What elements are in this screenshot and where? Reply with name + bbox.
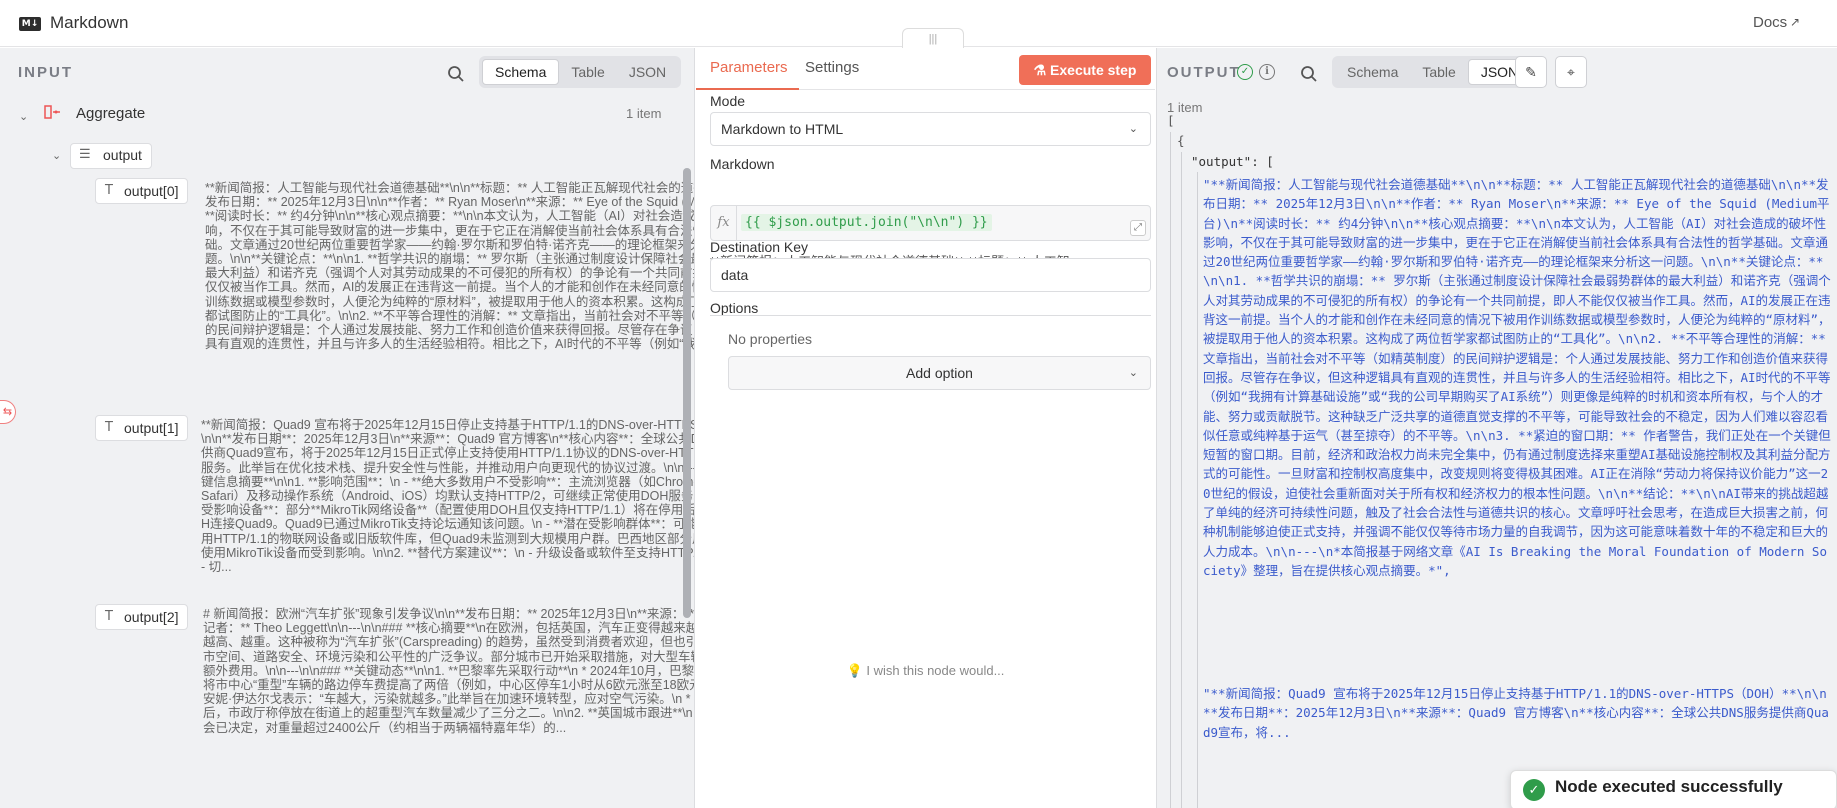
feedback-text: I wish this node would... bbox=[866, 663, 1005, 678]
chevron-down-icon[interactable]: ⌄ bbox=[19, 110, 28, 123]
info-icon[interactable]: i bbox=[1259, 64, 1275, 80]
success-check-icon: ✓ bbox=[1523, 779, 1545, 801]
parameters-panel: Parameters Settings ⚗ Execute step Mode … bbox=[696, 48, 1155, 808]
entry-label-text: output[1] bbox=[124, 420, 179, 436]
tab-settings[interactable]: Settings bbox=[805, 59, 859, 76]
external-link-icon[interactable]: ↗ bbox=[1790, 15, 1800, 29]
schema-field-output[interactable]: ☰ output bbox=[70, 143, 152, 169]
aggregate-node-icon bbox=[44, 105, 60, 119]
add-option-button[interactable]: Add option ⌄ bbox=[728, 356, 1151, 390]
options-divider bbox=[710, 315, 1151, 316]
schema-entry-value: # 新闻简报：欧洲“汽车扩张”现象引发争议\n\n**发布日期：** 2025年… bbox=[203, 607, 695, 735]
input-panel-label: INPUT bbox=[18, 64, 73, 81]
schema-entry-value: **新闻简报：Quad9 宣布将于2025年12月15日停止支持基于HTTP/1… bbox=[201, 418, 695, 575]
schema-entry-2: Toutput[2] # 新闻简报：欧洲“汽车扩张”现象引发争议\n\n**发布… bbox=[95, 604, 694, 804]
success-check-icon: ✓ bbox=[1237, 64, 1253, 80]
chevron-down-icon: ⌄ bbox=[1128, 367, 1138, 379]
json-indent-guide bbox=[1181, 152, 1182, 808]
json-string-value: "**新闻简报：Quad9 宣布将于2025年12月15日停止支持基于HTTP/… bbox=[1203, 686, 1829, 740]
input-view-json[interactable]: JSON bbox=[617, 59, 678, 85]
text-type-icon: T bbox=[105, 183, 113, 198]
schema-entry-label[interactable]: Toutput[2] bbox=[95, 604, 188, 630]
schema-entry-0: Toutput[0] **新闻简报：人工智能与现代社会道德基础**\n\n**标… bbox=[95, 178, 694, 418]
input-scrollbar[interactable] bbox=[683, 168, 691, 618]
text-type-icon: T bbox=[105, 420, 113, 435]
input-view-schema[interactable]: Schema bbox=[482, 59, 560, 85]
json-indent-guide bbox=[1170, 132, 1171, 808]
pin-icon[interactable]: ⌖ bbox=[1555, 56, 1587, 88]
input-node-name: Aggregate bbox=[76, 105, 146, 122]
docs-link[interactable]: Docs bbox=[1753, 14, 1787, 31]
aggregate-node-tab[interactable]: ⇆ bbox=[0, 400, 16, 424]
destination-key-label: Destination Key bbox=[710, 239, 809, 255]
destination-key-input[interactable]: data bbox=[710, 258, 1151, 292]
json-key-output: "output": [ bbox=[1191, 154, 1274, 169]
schema-field-label: output bbox=[103, 147, 142, 163]
output-view-schema[interactable]: Schema bbox=[1335, 59, 1410, 85]
feedback-link[interactable]: 💡 I wish this node would... bbox=[696, 663, 1155, 679]
node-title[interactable]: Markdown bbox=[50, 13, 128, 33]
list-icon: ☰ bbox=[79, 146, 91, 161]
param-tabs: Parameters Settings ⚗ Execute step bbox=[696, 48, 1155, 90]
options-label: Options bbox=[710, 300, 759, 316]
entry-label-text: output[2] bbox=[124, 609, 179, 625]
entry-label-text: output[0] bbox=[124, 183, 179, 199]
search-icon[interactable] bbox=[447, 65, 465, 83]
chevron-down-icon: ⌄ bbox=[1128, 123, 1138, 135]
execute-step-button[interactable]: ⚗ Execute step bbox=[1019, 55, 1151, 85]
output-panel: OUTPUT ✓ i Schema Table JSON ✎ ⌖ 1 item … bbox=[1156, 48, 1837, 808]
markdown-label: Markdown bbox=[710, 156, 775, 172]
add-option-label: Add option bbox=[906, 365, 973, 381]
output-view-toggle: Schema Table JSON bbox=[1332, 56, 1535, 88]
input-item-count: 1 item bbox=[626, 106, 662, 121]
lightbulb-icon: 💡 bbox=[846, 663, 867, 678]
output-panel-label: OUTPUT bbox=[1167, 64, 1241, 81]
success-toast: ✓ Node executed successfully bbox=[1510, 770, 1837, 808]
chevron-down-icon[interactable]: ⌄ bbox=[52, 149, 61, 162]
toast-message: Node executed successfully bbox=[1555, 777, 1783, 796]
json-indent-guide bbox=[1197, 172, 1198, 808]
json-open-bracket: [ bbox=[1167, 113, 1175, 128]
ndv-window: M↓ Markdown Docs ↗ ||| INPUT Schema Tabl… bbox=[0, 0, 1837, 808]
json-open-brace: { bbox=[1177, 133, 1185, 148]
mode-select[interactable]: Markdown to HTML ⌄ bbox=[710, 112, 1151, 146]
json-string-value: "**新闻简报：人工智能与现代社会道德基础**\n\n**标题：** 人工智能正… bbox=[1203, 177, 1831, 578]
markdown-expression-input[interactable]: fx {{ $json.output.join("\n\n") }} ⤢ bbox=[710, 205, 1151, 241]
schema-entry-1: Toutput[1] **新闻简报：Quad9 宣布将于2025年12月15日停… bbox=[95, 415, 694, 600]
markdown-expression: {{ $json.output.join("\n\n") }} bbox=[741, 214, 992, 231]
output-view-table[interactable]: Table bbox=[1410, 59, 1467, 85]
edit-pencil-icon[interactable]: ✎ bbox=[1515, 56, 1547, 88]
flask-icon: ⚗ bbox=[1033, 62, 1051, 78]
tab-parameters[interactable]: Parameters bbox=[710, 59, 788, 76]
input-view-toggle: Schema Table JSON bbox=[479, 56, 682, 88]
panel-drag-handle[interactable]: ||| bbox=[902, 28, 964, 48]
mode-label: Mode bbox=[710, 93, 746, 109]
input-view-table[interactable]: Table bbox=[559, 59, 616, 85]
execute-step-label: Execute step bbox=[1050, 62, 1137, 78]
no-properties-text: No properties bbox=[728, 331, 813, 347]
schema-entry-value: **新闻简报：人工智能与现代社会道德基础**\n\n**标题：** 人工智能正瓦… bbox=[205, 181, 695, 352]
active-tab-indicator bbox=[696, 88, 799, 90]
markdown-node-icon: M↓ bbox=[19, 17, 41, 31]
fx-icon: fx bbox=[711, 206, 737, 240]
input-panel: INPUT Schema Table JSON ⌄ Aggregate 1 it… bbox=[0, 48, 695, 808]
destination-key-value: data bbox=[721, 267, 749, 283]
schema-entry-label[interactable]: Toutput[1] bbox=[95, 415, 188, 441]
expand-editor-icon[interactable]: ⤢ bbox=[1130, 220, 1146, 236]
json-viewer: [ { "output": [ "**新闻简报：人工智能与现代社会道德基础**\… bbox=[1157, 108, 1837, 808]
mode-value: Markdown to HTML bbox=[721, 121, 844, 137]
search-icon[interactable] bbox=[1300, 65, 1318, 83]
schema-entry-label[interactable]: Toutput[0] bbox=[95, 178, 188, 204]
text-type-icon: T bbox=[105, 609, 113, 624]
